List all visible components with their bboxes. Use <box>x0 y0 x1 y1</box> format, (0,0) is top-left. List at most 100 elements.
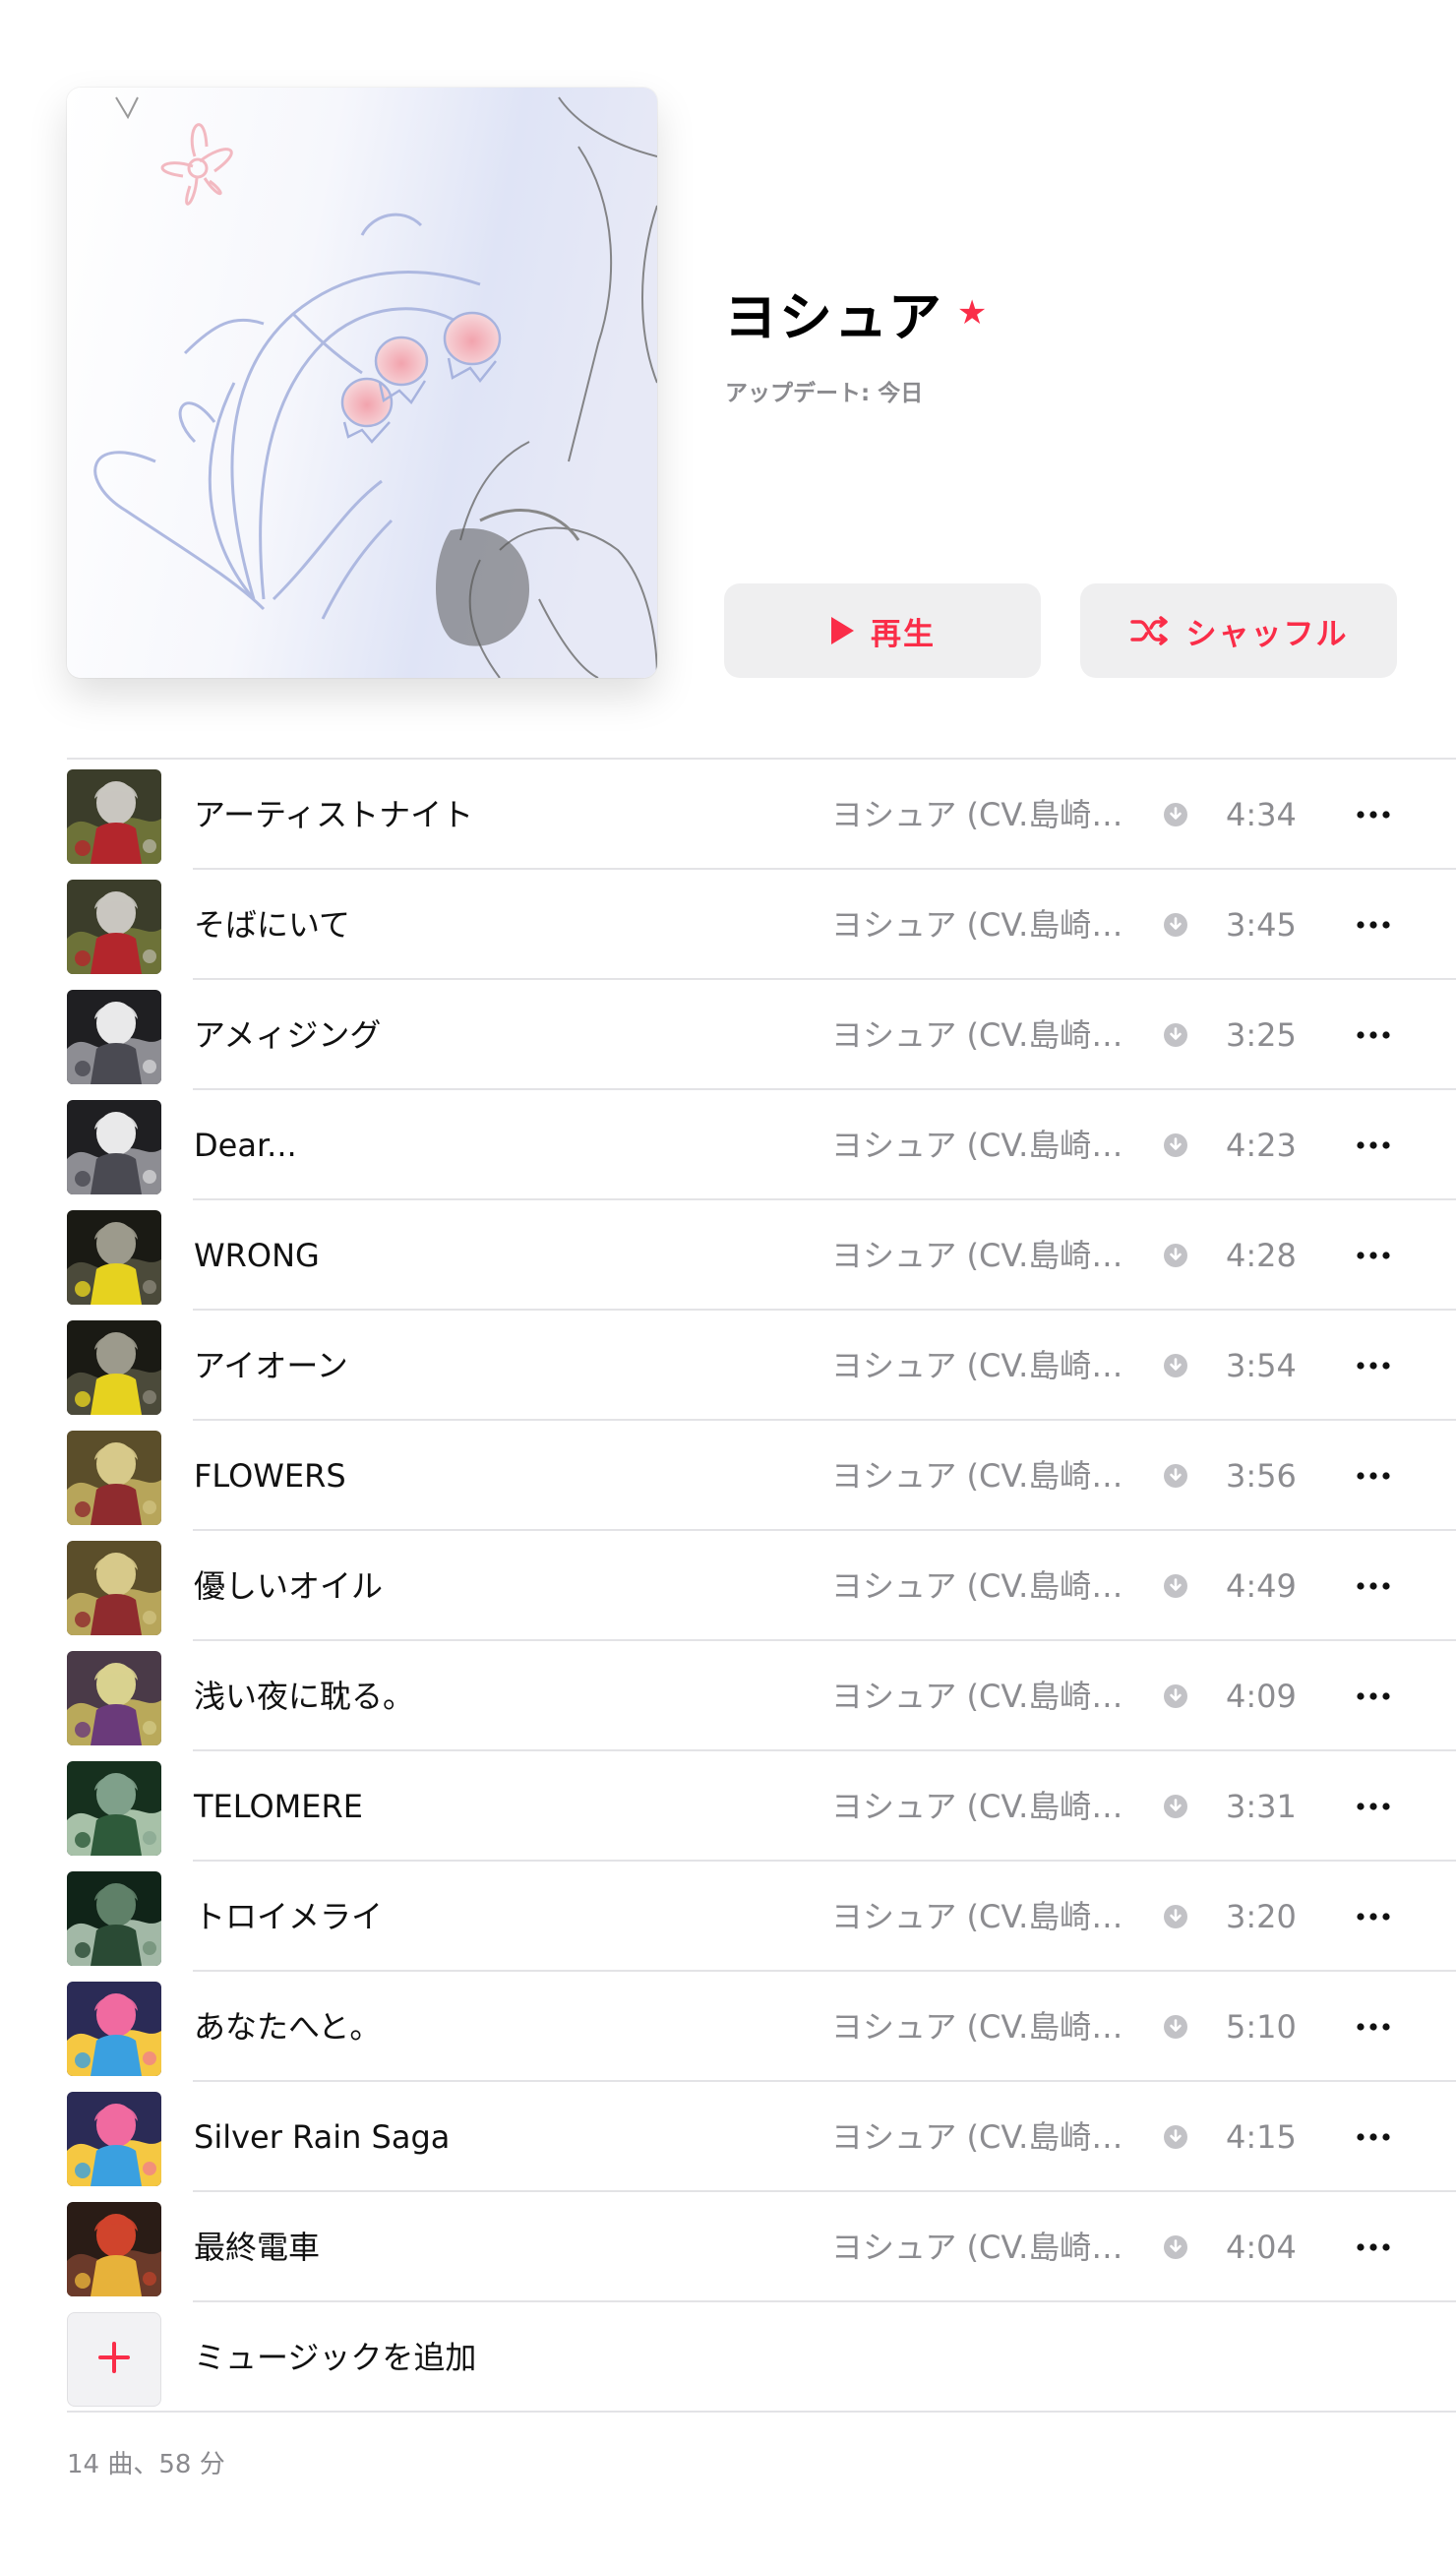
more-options-icon[interactable] <box>1349 1897 1398 1936</box>
more-options-icon[interactable] <box>1349 1566 1398 1606</box>
add-music-label[interactable]: ミュージックを追加 <box>194 2302 476 2413</box>
track-duration: 3:20 <box>1226 1898 1297 1935</box>
track-title: Dear... <box>194 1127 297 1164</box>
track-row[interactable]: あなたへと。 ヨシュア (CV.島崎信長) 5:10 <box>67 1972 1456 2082</box>
downloaded-icon <box>1164 1464 1187 1488</box>
downloaded-icon <box>1164 803 1187 826</box>
downloaded-icon <box>1164 1354 1187 1377</box>
downloaded-icon <box>1164 1133 1187 1157</box>
play-icon <box>829 616 855 645</box>
track-artist: ヨシュア (CV.島崎信長) <box>831 2008 1131 2046</box>
more-options-icon[interactable] <box>1349 1126 1398 1165</box>
track-artwork <box>67 1651 161 1745</box>
track-artwork <box>67 1871 161 1966</box>
track-title: アーティストナイト <box>194 796 474 833</box>
more-options-icon[interactable] <box>1349 1015 1398 1055</box>
playlist-title: ヨシュア <box>724 286 943 348</box>
downloaded-icon <box>1164 1905 1187 1928</box>
track-artist: ヨシュア (CV.島崎信長) <box>831 1678 1131 1715</box>
downloaded-icon <box>1164 1795 1187 1818</box>
track-artist: ヨシュア (CV.島崎信長) <box>831 906 1131 944</box>
updated-date: アップデート: 今日 <box>725 381 924 406</box>
more-options-icon[interactable] <box>1349 1236 1398 1275</box>
track-title: 浅い夜に耽る。 <box>194 1678 415 1715</box>
track-duration: 4:15 <box>1226 2118 1297 2156</box>
track-row[interactable]: TELOMERE ヨシュア (CV.島崎信長) 3:31 <box>67 1751 1456 1862</box>
track-row[interactable]: アーティストナイト ヨシュア (CV.島崎信長) 4:34 <box>67 760 1456 870</box>
track-duration: 4:09 <box>1226 1678 1297 1715</box>
track-artwork <box>67 2202 161 2296</box>
track-artist: ヨシュア (CV.島崎信長) <box>831 1898 1131 1935</box>
track-duration: 3:31 <box>1226 1788 1297 1825</box>
track-title: TELOMERE <box>194 1788 363 1825</box>
track-row[interactable]: トロイメライ ヨシュア (CV.島崎信長) 3:20 <box>67 1862 1456 1972</box>
track-duration: 5:10 <box>1226 2008 1297 2046</box>
track-row[interactable]: 最終電車 ヨシュア (CV.島崎信長) 4:04 <box>67 2192 1456 2302</box>
star-icon: ★ <box>956 292 988 333</box>
shuffle-icon <box>1129 615 1171 646</box>
track-artwork <box>67 1210 161 1305</box>
track-artist: ヨシュア (CV.島崎信長) <box>831 1457 1131 1495</box>
playlist-cover-art <box>67 88 657 678</box>
more-options-icon[interactable] <box>1349 1787 1398 1826</box>
track-title: FLOWERS <box>194 1457 346 1495</box>
track-duration: 4:04 <box>1226 2229 1297 2266</box>
track-artist: ヨシュア (CV.島崎信長) <box>831 1016 1131 1054</box>
more-options-icon[interactable] <box>1349 2228 1398 2267</box>
add-music-button[interactable] <box>67 2312 161 2407</box>
downloaded-icon <box>1164 1023 1187 1047</box>
play-button[interactable]: 再生 <box>724 583 1041 678</box>
track-row[interactable]: 優しいオイル ヨシュア (CV.島崎信長) 4:49 <box>67 1531 1456 1641</box>
track-row[interactable]: FLOWERS ヨシュア (CV.島崎信長) 3:56 <box>67 1421 1456 1531</box>
downloaded-icon <box>1164 1684 1187 1708</box>
track-title: アメィジング <box>194 1016 382 1054</box>
track-title: アイオーン <box>194 1347 348 1384</box>
track-row[interactable]: そばにいて ヨシュア (CV.島崎信長) 3:45 <box>67 870 1456 980</box>
track-title: Silver Rain Saga <box>194 2118 451 2156</box>
track-artist: ヨシュア (CV.島崎信長) <box>831 1237 1131 1274</box>
track-artwork <box>67 1761 161 1856</box>
more-options-icon[interactable] <box>1349 1456 1398 1496</box>
more-options-icon[interactable] <box>1349 1346 1398 1385</box>
track-artwork <box>67 1982 161 2076</box>
track-artist: ヨシュア (CV.島崎信長) <box>831 1347 1131 1384</box>
more-options-icon[interactable] <box>1349 795 1398 834</box>
track-title: あなたへと。 <box>194 2008 382 2046</box>
track-title: 最終電車 <box>194 2229 321 2266</box>
downloaded-icon <box>1164 2235 1187 2259</box>
track-artwork <box>67 2092 161 2186</box>
downloaded-icon <box>1164 2125 1187 2149</box>
track-duration: 4:23 <box>1226 1127 1297 1164</box>
add-music-row[interactable]: ミュージックを追加 <box>67 2302 1456 2413</box>
track-duration: 3:45 <box>1226 906 1297 944</box>
track-title: WRONG <box>194 1237 320 1274</box>
track-artist: ヨシュア (CV.島崎信長) <box>831 1567 1131 1605</box>
track-row[interactable]: Dear... ヨシュア (CV.島崎信長) 4:23 <box>67 1090 1456 1200</box>
more-options-icon[interactable] <box>1349 1677 1398 1716</box>
track-row[interactable]: 浅い夜に耽る。 ヨシュア (CV.島崎信長) 4:09 <box>67 1641 1456 1751</box>
more-options-icon[interactable] <box>1349 905 1398 945</box>
downloaded-icon <box>1164 1574 1187 1598</box>
track-row[interactable]: アメィジング ヨシュア (CV.島崎信長) 3:25 <box>67 980 1456 1090</box>
track-title: 優しいオイル <box>194 1567 384 1605</box>
track-row[interactable]: アイオーン ヨシュア (CV.島崎信長) 3:54 <box>67 1311 1456 1421</box>
track-artist: ヨシュア (CV.島崎信長) <box>831 2118 1131 2156</box>
playlist-summary: 14 曲、58 分 <box>67 2450 225 2479</box>
track-artist: ヨシュア (CV.島崎信長) <box>831 1788 1131 1825</box>
track-duration: 3:54 <box>1226 1347 1297 1384</box>
track-artwork <box>67 1431 161 1525</box>
track-row[interactable]: WRONG ヨシュア (CV.島崎信長) 4:28 <box>67 1200 1456 1311</box>
more-options-icon[interactable] <box>1349 2007 1398 2047</box>
more-options-icon[interactable] <box>1349 2117 1398 2157</box>
track-row[interactable]: Silver Rain Saga ヨシュア (CV.島崎信長) 4:15 <box>67 2082 1456 2192</box>
track-artwork <box>67 1100 161 1194</box>
downloaded-icon <box>1164 913 1187 937</box>
downloaded-icon <box>1164 1244 1187 1267</box>
track-duration: 3:56 <box>1226 1457 1297 1495</box>
plus-icon <box>97 2341 131 2378</box>
track-list: アーティストナイトヨシュア (CV.島崎信長)4:34そばにいてヨシュア (CV… <box>67 758 1456 2413</box>
track-artwork <box>67 1541 161 1635</box>
shuffle-button[interactable]: シャッフル <box>1080 583 1397 678</box>
track-artwork <box>67 990 161 1084</box>
downloaded-icon <box>1164 2015 1187 2039</box>
